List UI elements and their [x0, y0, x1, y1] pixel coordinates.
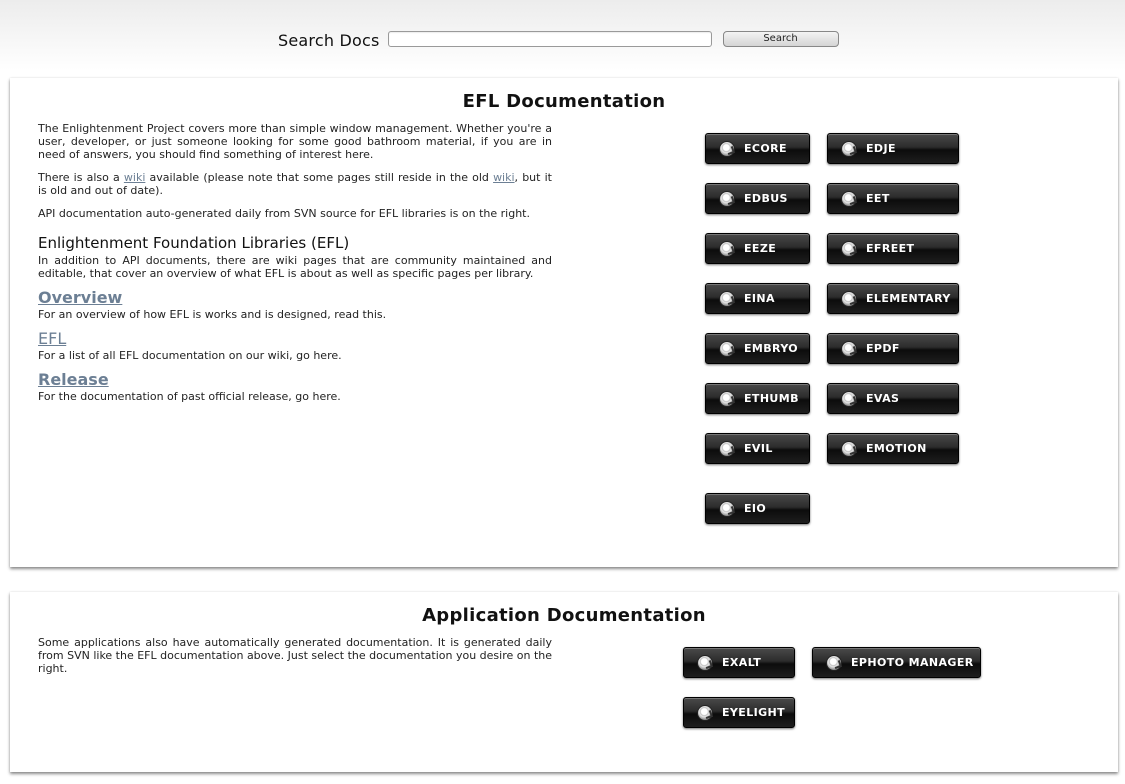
app-button-ephoto-manager[interactable]: EPHOTO MANAGER [812, 647, 981, 678]
app-button-exalt[interactable]: EXALT [683, 647, 795, 678]
enlightenment-icon [841, 440, 857, 457]
enlightenment-icon [719, 240, 735, 257]
efl-panel-title: EFL Documentation [462, 91, 666, 112]
release-link[interactable]: Release [38, 370, 552, 390]
efl-link-description: For a list of all EFL documentation on o… [38, 349, 342, 362]
library-label: EEZE [744, 242, 777, 255]
release-link-description: For the documentation of past official r… [38, 390, 341, 403]
library-label: ECORE [744, 142, 787, 155]
app-label: EXALT [722, 656, 762, 669]
library-label: EDBUS [744, 192, 788, 205]
enlightenment-icon [841, 340, 857, 357]
library-button-eio[interactable]: EIO [705, 493, 810, 524]
enlightenment-icon [826, 654, 842, 671]
enlightenment-icon [841, 140, 857, 157]
app-label: EPHOTO MANAGER [851, 656, 974, 669]
enlightenment-icon [719, 140, 735, 157]
library-button-edbus[interactable]: EDBUS [705, 183, 810, 214]
enlightenment-icon [719, 290, 735, 307]
wiki-text: available (please note that some pages s… [145, 171, 494, 184]
efl-section-paragraph: In addition to API documents, there are … [38, 254, 552, 280]
enlightenment-icon [719, 340, 735, 357]
enlightenment-icon [697, 654, 713, 671]
library-button-evil[interactable]: EVIL [705, 433, 810, 464]
library-button-ecore[interactable]: ECORE [705, 133, 810, 164]
search-input[interactable] [387, 31, 712, 47]
library-label: EMBRYO [744, 342, 799, 355]
library-label: EIO [744, 502, 767, 515]
enlightenment-icon [841, 190, 857, 207]
overview-link[interactable]: Overview [38, 288, 552, 308]
library-label: EFREET [866, 242, 915, 255]
search-bar: Search Docs Search [278, 28, 839, 50]
intro-paragraph: The Enlightenment Project covers more th… [38, 122, 552, 161]
library-button-eeze[interactable]: EEZE [705, 233, 810, 264]
library-button-efreet[interactable]: EFREET [827, 233, 959, 264]
library-button-epdf[interactable]: EPDF [827, 333, 959, 364]
search-title: Search Docs [278, 30, 380, 50]
library-button-eina[interactable]: EINA [705, 283, 810, 314]
library-label: EVAS [866, 392, 900, 405]
search-button[interactable]: Search [722, 31, 839, 47]
enlightenment-icon [719, 190, 735, 207]
wiki-text: There is also a [38, 171, 124, 184]
enlightenment-icon [841, 240, 857, 257]
app-paragraph: Some applications also have automaticall… [38, 636, 552, 675]
library-button-edje[interactable]: EDJE [827, 133, 959, 164]
library-button-eet[interactable]: EET [827, 183, 959, 214]
enlightenment-icon [841, 290, 857, 307]
library-label: EMOTION [866, 442, 927, 455]
library-button-emotion[interactable]: EMOTION [827, 433, 959, 464]
efl-link[interactable]: EFL [38, 329, 552, 349]
enlightenment-icon [719, 390, 735, 407]
application-documentation-panel: Application Documentation Some applicati… [10, 592, 1118, 772]
app-label: EYELIGHT [722, 706, 786, 719]
wiki-link[interactable]: wiki [124, 171, 145, 184]
overview-description: For an overview of how EFL is works and … [38, 308, 387, 321]
library-label: EINA [744, 292, 775, 305]
library-label: EDJE [866, 142, 896, 155]
library-button-evas[interactable]: EVAS [827, 383, 959, 414]
enlightenment-icon [719, 500, 735, 517]
library-label: ETHUMB [744, 392, 799, 405]
app-panel-title: Application Documentation [422, 605, 706, 626]
app-button-eyelight[interactable]: EYELIGHT [683, 697, 795, 728]
app-text-column: Some applications also have automaticall… [38, 636, 552, 685]
library-label: EVIL [744, 442, 773, 455]
efl-text-column: The Enlightenment Project covers more th… [38, 122, 552, 413]
enlightenment-icon [719, 440, 735, 457]
wiki-paragraph: There is also a wiki available (please n… [38, 171, 552, 197]
old-wiki-link[interactable]: wiki [493, 171, 514, 184]
api-paragraph: API documentation auto-generated daily f… [38, 207, 530, 220]
enlightenment-icon [697, 704, 713, 721]
enlightenment-icon [841, 390, 857, 407]
library-button-ethumb[interactable]: ETHUMB [705, 383, 810, 414]
library-button-embryo[interactable]: EMBRYO [705, 333, 810, 364]
efl-section-heading: Enlightenment Foundation Libraries (EFL) [38, 234, 350, 252]
library-button-elementary[interactable]: ELEMENTARY [827, 283, 959, 314]
efl-documentation-panel: EFL Documentation The Enlightenment Proj… [10, 78, 1118, 567]
library-label: EPDF [866, 342, 900, 355]
library-label: ELEMENTARY [866, 292, 951, 305]
library-label: EET [866, 192, 890, 205]
